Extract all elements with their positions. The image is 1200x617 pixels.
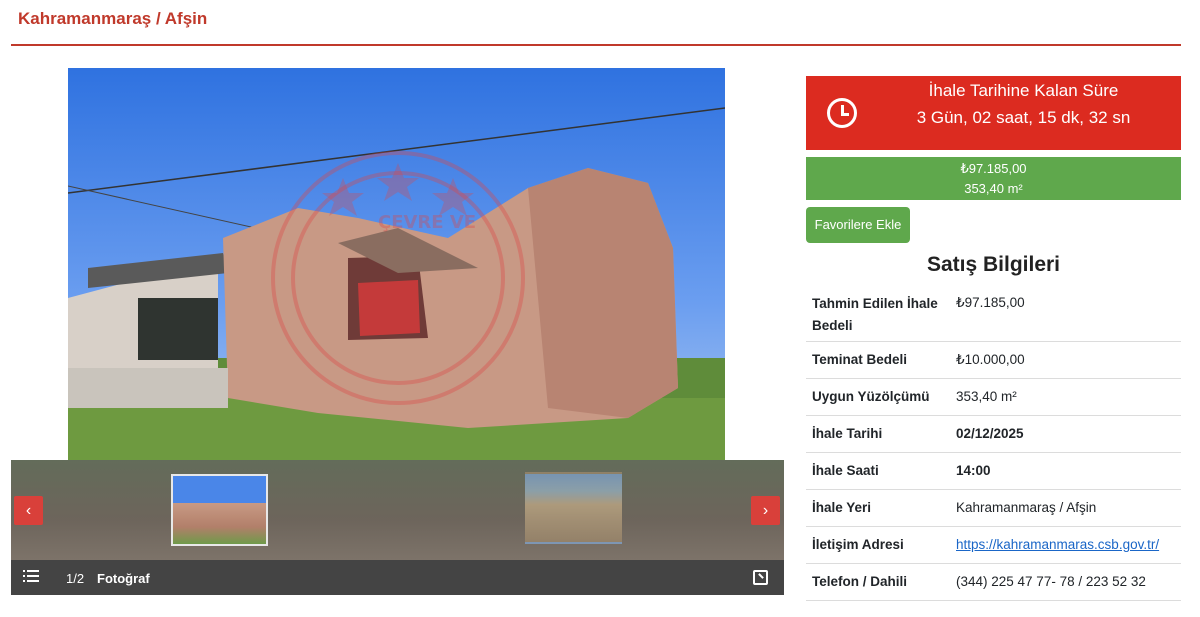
row-value: ₺97.185,00	[949, 284, 1181, 342]
row-key: İhale Saati	[806, 452, 949, 490]
chevron-left-icon: ‹	[25, 502, 32, 519]
price-area: 353,40 m²	[964, 181, 1023, 196]
contact-address-link[interactable]: https://kahramanmaras.csb.gov.tr/	[956, 537, 1159, 552]
row-value: Kahramanmaraş / Afşin	[949, 489, 1181, 527]
row-value: ₺10.000,00	[949, 341, 1181, 379]
expand-icon[interactable]	[753, 570, 768, 585]
table-row: İletişim Adresi https://kahramanmaras.cs…	[806, 526, 1181, 564]
table-row: İhale Yeri Kahramanmaraş / Afşin	[806, 489, 1181, 527]
row-key: İletişim Adresi	[806, 526, 949, 564]
price-box: ₺97.185,00 353,40 m²	[806, 157, 1181, 200]
table-row: Uygun Yüzölçümü 353,40 m²	[806, 378, 1181, 416]
countdown-box: İhale Tarihine Kalan Süre 3 Gün, 02 saat…	[806, 76, 1181, 150]
row-key: İhale Yeri	[806, 489, 949, 527]
row-value: (344) 225 47 77- 78 / 223 52 32	[949, 563, 1181, 601]
main-photo[interactable]: ÇEVRE VE	[68, 68, 725, 460]
table-row: Tahmin Edilen İhale Bedeli ₺97.185,00	[806, 284, 1181, 342]
table-row: Teminat Bedeli ₺10.000,00	[806, 341, 1181, 379]
next-photo-button[interactable]: ›	[751, 496, 780, 525]
photo-counter: 1/2	[66, 571, 85, 586]
countdown-time: 3 Gün, 02 saat, 15 dk, 32 sn	[916, 108, 1131, 127]
row-key: Teminat Bedeli	[806, 341, 949, 379]
table-row: İhale Saati 14:00	[806, 452, 1181, 490]
gallery-toolbar: 1/2 Fotoğraf	[11, 560, 784, 595]
photo-label: Fotoğraf	[97, 571, 150, 586]
prev-photo-button[interactable]: ‹	[14, 496, 43, 525]
thumbnail-2[interactable]	[525, 472, 622, 544]
table-row: İhale Tarihi 02/12/2025	[806, 415, 1181, 453]
row-value: 14:00	[949, 452, 1181, 490]
photo-gallery: ÇEVRE VE ‹ › 1/2 Fotoğraf	[11, 68, 784, 595]
row-key: Uygun Yüzölçümü	[806, 378, 949, 416]
chevron-right-icon: ›	[762, 502, 769, 519]
thumbnail-strip	[11, 460, 784, 560]
countdown-title: İhale Tarihine Kalan Süre	[928, 81, 1119, 100]
sales-info-title: Satış Bilgileri	[926, 253, 1061, 276]
price-amount: ₺97.185,00	[960, 161, 1027, 176]
watermark-text: ÇEVRE VE	[378, 212, 476, 233]
table-row: Telefon / Dahili (344) 225 47 77- 78 / 2…	[806, 563, 1181, 601]
row-key: Tahmin Edilen İhale Bedeli	[806, 284, 949, 342]
sales-info-table: Tahmin Edilen İhale Bedeli ₺97.185,00 Te…	[806, 284, 1181, 601]
row-value: 353,40 m²	[949, 378, 1181, 416]
clock-icon	[827, 98, 857, 128]
page-header: Kahramanmaraş / Afşin	[11, 0, 1181, 46]
thumbnail-1[interactable]	[171, 474, 268, 546]
list-icon[interactable]	[23, 570, 39, 584]
ruined-building-image: ÇEVRE VE	[68, 68, 725, 460]
add-to-favorites-button[interactable]: Favorilere Ekle	[806, 207, 910, 243]
row-key: Telefon / Dahili	[806, 563, 949, 601]
row-key: İhale Tarihi	[806, 415, 949, 453]
page-title: Kahramanmaraş / Afşin	[18, 9, 208, 28]
row-value: 02/12/2025	[949, 415, 1181, 453]
